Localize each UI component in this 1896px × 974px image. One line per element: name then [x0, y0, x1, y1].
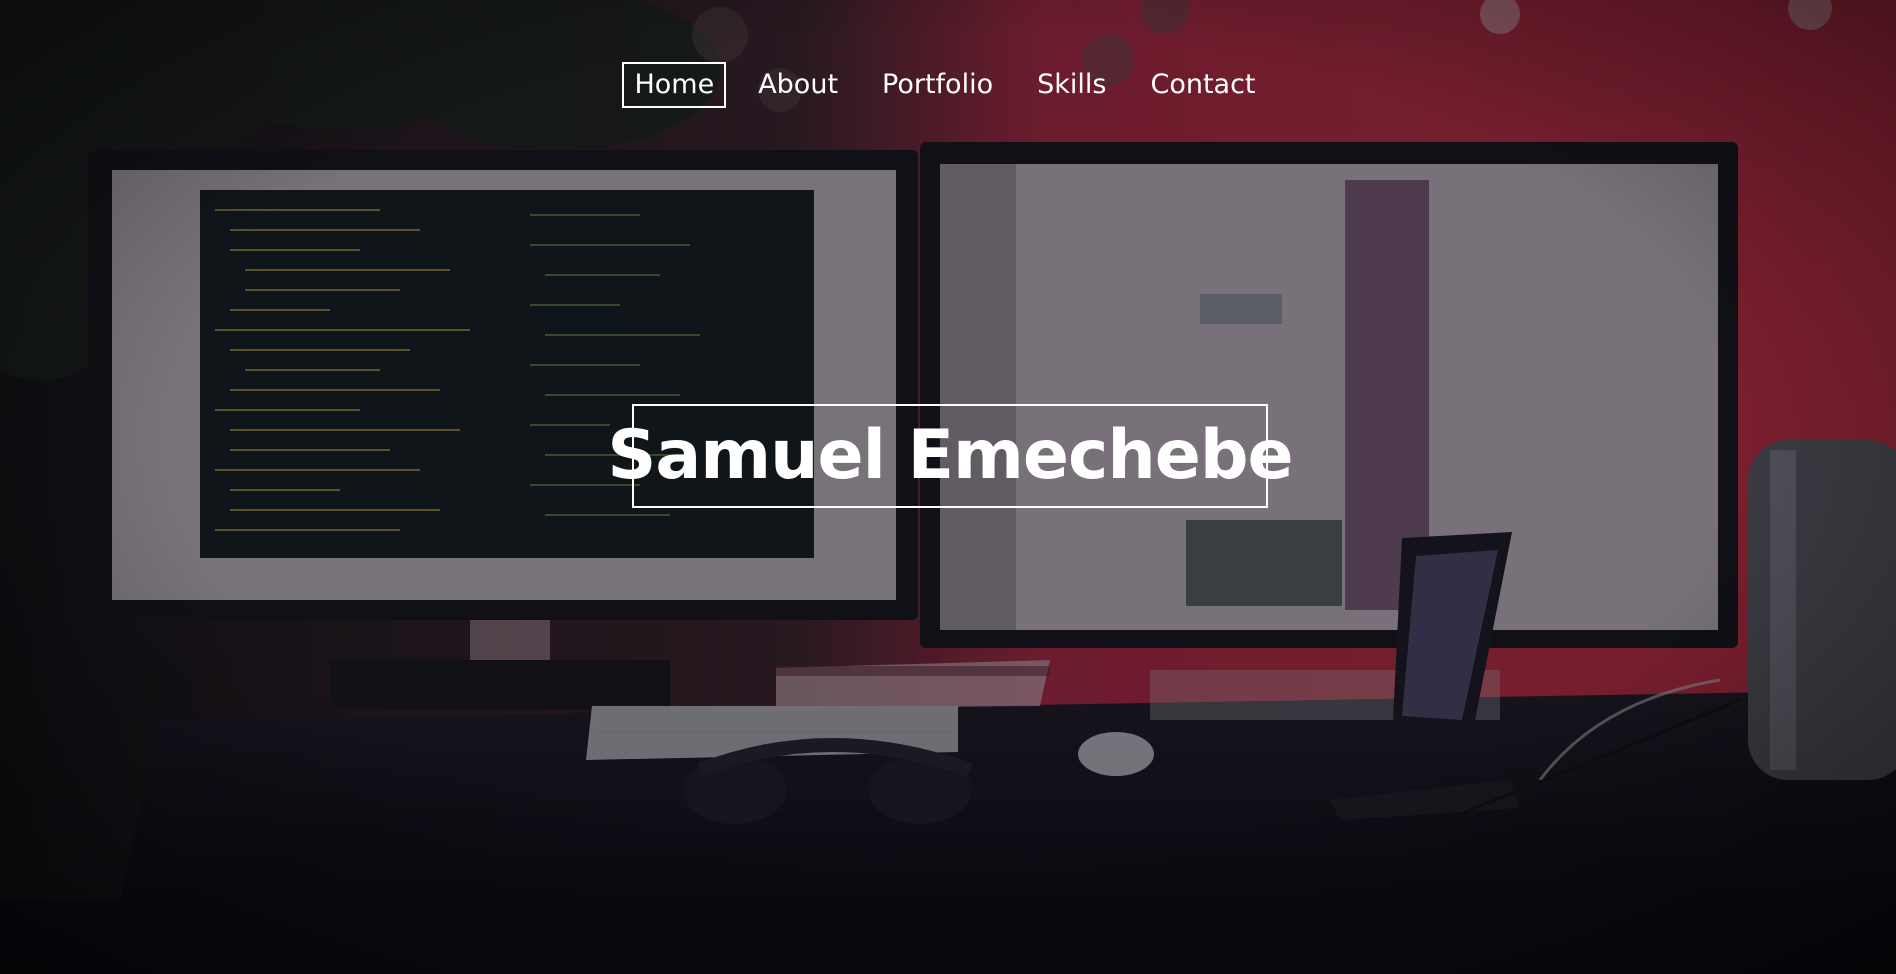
hero-title-frame: Samuel Emechebe	[607, 404, 1294, 508]
hero-section: Home About Portfolio Skills Contact Samu…	[0, 0, 1896, 974]
main-navigation: Home About Portfolio Skills Contact	[0, 62, 1893, 108]
nav-link-portfolio[interactable]: Portfolio	[870, 62, 1005, 108]
nav-link-skills[interactable]: Skills	[1025, 62, 1118, 108]
nav-link-home[interactable]: Home	[622, 62, 727, 108]
hero-title: Samuel Emechebe	[607, 416, 1293, 495]
nav-link-about[interactable]: About	[746, 62, 850, 108]
nav-link-contact[interactable]: Contact	[1138, 62, 1267, 108]
